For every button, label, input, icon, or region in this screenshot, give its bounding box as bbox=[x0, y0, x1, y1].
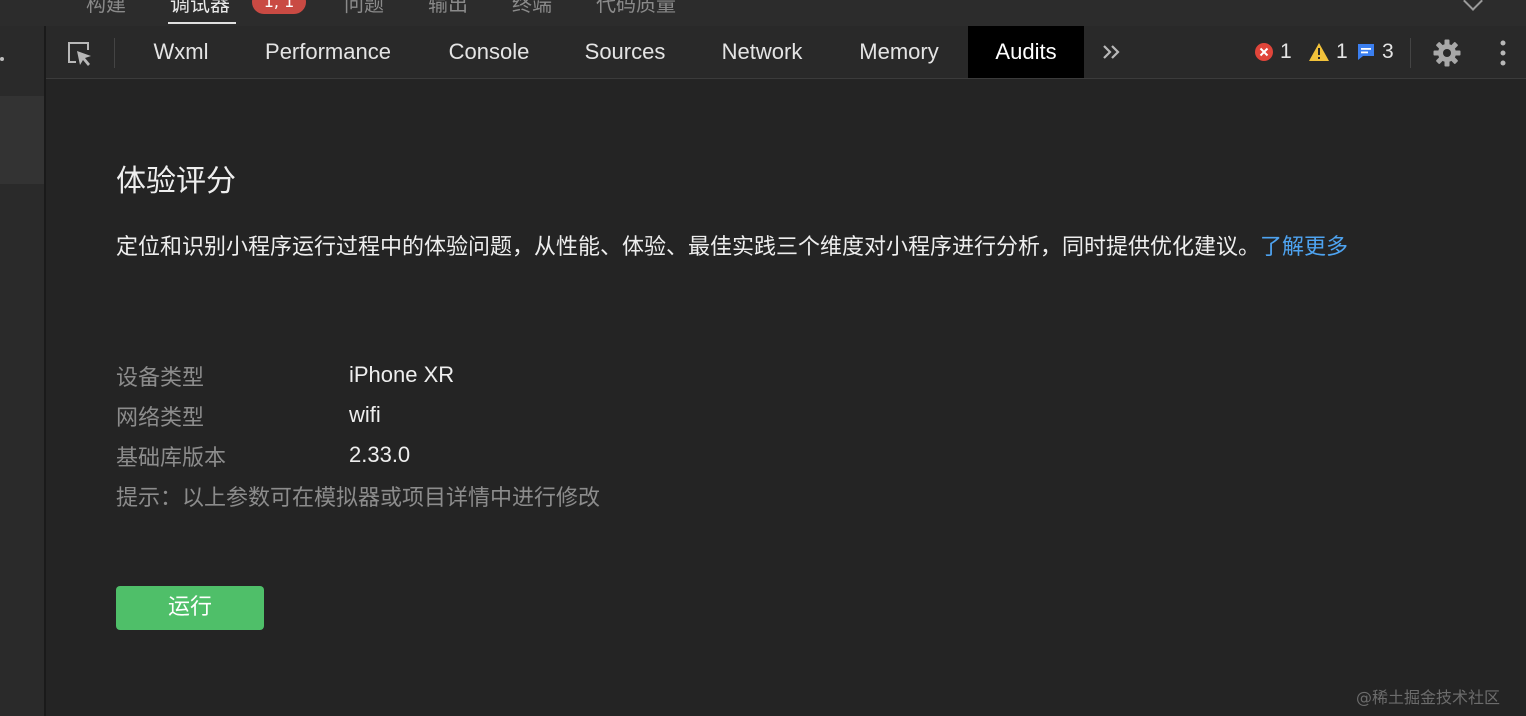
tab-wxml[interactable]: Wxml bbox=[130, 26, 232, 78]
chevron-down-icon[interactable] bbox=[1463, 0, 1483, 11]
sidebar-dot bbox=[0, 57, 4, 61]
audits-description: 定位和识别小程序运行过程中的体验问题，从性能、体验、最佳实践三个维度对小程序进行… bbox=[116, 228, 1526, 268]
message-icon bbox=[1358, 44, 1374, 60]
warning-count: 1 bbox=[1336, 40, 1348, 63]
network-type-label: 网络类型 bbox=[116, 406, 205, 431]
page-title: 体验评分 bbox=[116, 164, 236, 199]
top-tab-debugger[interactable]: 调试器 bbox=[170, 0, 230, 17]
top-tab-output[interactable]: 输出 bbox=[428, 0, 468, 17]
tab-sources[interactable]: Sources bbox=[566, 26, 684, 78]
top-tab-terminal[interactable]: 终端 bbox=[512, 0, 552, 17]
base-library-label: 基础库版本 bbox=[116, 446, 227, 471]
run-button[interactable]: 运行 bbox=[116, 586, 264, 630]
network-type-value: wifi bbox=[349, 402, 381, 427]
learn-more-link[interactable]: 了解更多 bbox=[1260, 235, 1348, 260]
error-count: 1 bbox=[1280, 40, 1292, 63]
active-tab-underline bbox=[168, 22, 236, 24]
issue-badge: 1, 1 bbox=[252, 0, 306, 14]
watermark: @稀土掘金技术社区 bbox=[1356, 688, 1501, 707]
tab-performance[interactable]: Performance bbox=[242, 26, 414, 78]
info-counter[interactable]: 3 bbox=[1356, 39, 1394, 65]
top-tab-code-quality[interactable]: 代码质量 bbox=[596, 0, 676, 17]
more-options-icon[interactable] bbox=[1498, 38, 1508, 68]
inspect-element-icon[interactable] bbox=[64, 38, 94, 68]
error-counter[interactable]: 1 bbox=[1254, 39, 1292, 65]
info-count: 3 bbox=[1382, 40, 1394, 63]
base-library-value: 2.33.0 bbox=[349, 442, 411, 467]
top-tab-bar: 构建 调试器 1, 1 问题 输出 终端 代码质量 bbox=[0, 0, 1526, 26]
warning-counter[interactable]: 1 bbox=[1308, 39, 1348, 65]
more-tabs-icon[interactable] bbox=[1098, 38, 1126, 66]
device-type-value: iPhone XR bbox=[349, 362, 455, 387]
tab-memory[interactable]: Memory bbox=[838, 26, 960, 78]
toolbar-divider bbox=[114, 38, 115, 68]
audits-panel: 体验评分 定位和识别小程序运行过程中的体验问题，从性能、体验、最佳实践三个维度对… bbox=[46, 80, 1526, 716]
tab-network[interactable]: Network bbox=[700, 26, 824, 78]
description-text: 定位和识别小程序运行过程中的体验问题，从性能、体验、最佳实践三个维度对小程序进行… bbox=[116, 235, 1261, 260]
tab-console[interactable]: Console bbox=[428, 26, 550, 78]
gear-icon[interactable] bbox=[1432, 38, 1462, 68]
error-icon bbox=[1255, 43, 1273, 61]
top-tab-build[interactable]: 构建 bbox=[86, 0, 126, 17]
warning-icon bbox=[1309, 43, 1329, 61]
settings-hint: 提示：以上参数可在模拟器或项目详情中进行修改 bbox=[116, 486, 601, 511]
devtools-tab-bar: Wxml Performance Console Sources Network… bbox=[46, 26, 1526, 79]
top-tab-problems[interactable]: 问题 bbox=[344, 0, 384, 17]
sidebar-selected-item[interactable] bbox=[0, 96, 44, 184]
tab-audits[interactable]: Audits bbox=[968, 26, 1084, 78]
device-type-label: 设备类型 bbox=[116, 366, 205, 391]
left-sidebar bbox=[0, 26, 44, 716]
toolbar-divider bbox=[1410, 38, 1411, 68]
